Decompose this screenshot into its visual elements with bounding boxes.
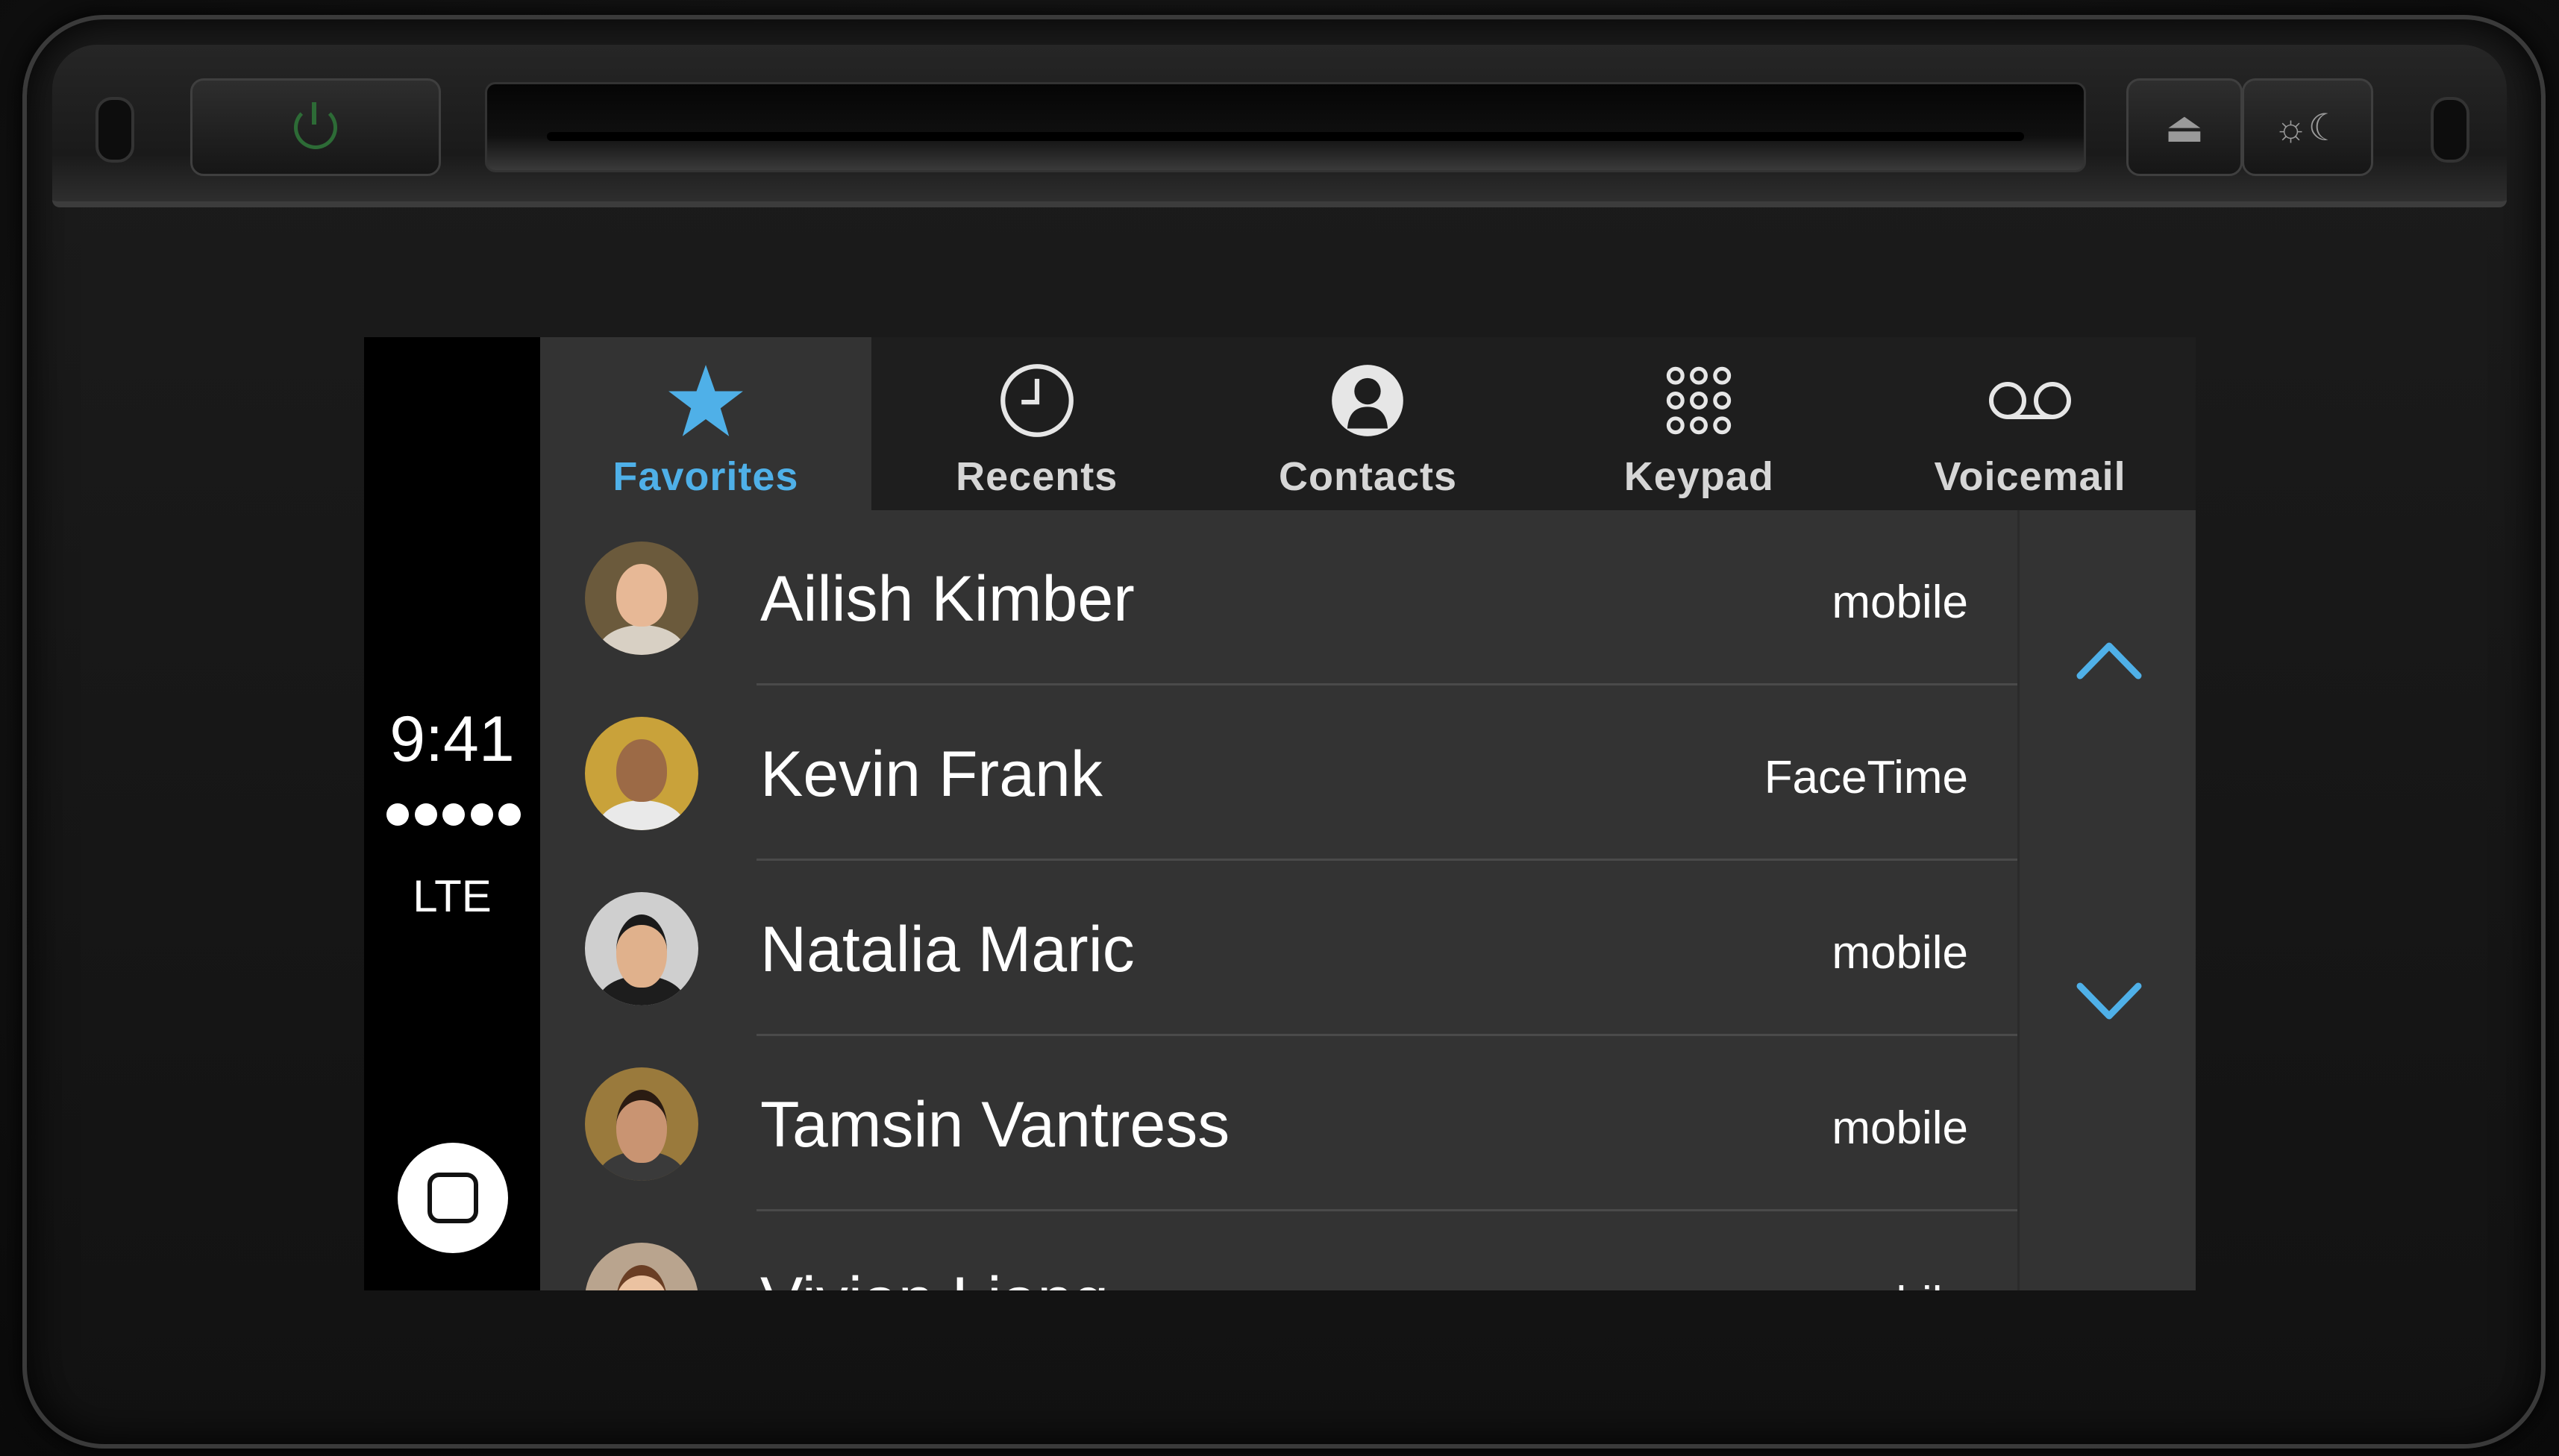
avatar-body	[598, 800, 685, 830]
hardware-power-button[interactable]	[190, 78, 441, 176]
contact-type: mobile	[1832, 1102, 1968, 1154]
tab-keypad[interactable]: Keypad	[1533, 337, 1864, 510]
avatar	[585, 892, 698, 1005]
chevron-up-icon	[2076, 642, 2142, 680]
signal-dot	[386, 803, 409, 826]
cd-slot	[485, 82, 2086, 172]
list-item[interactable]: Kevin Frank FaceTime	[540, 685, 2017, 861]
avatar-face	[616, 739, 667, 802]
right-hardware-knob	[2431, 97, 2469, 163]
list-item[interactable]: Ailish Kimber mobile	[540, 510, 2017, 685]
favorites-list: Ailish Kimber mobile Kevin Frank FaceTim…	[540, 510, 2017, 1290]
contact-type: mobile	[1832, 927, 1968, 979]
avatar-body	[598, 625, 685, 655]
contact-name: Kevin Frank	[760, 738, 1103, 810]
avatar	[585, 717, 698, 830]
home-icon	[427, 1173, 478, 1223]
contact-name: Ailish Kimber	[760, 563, 1135, 635]
avatar	[585, 542, 698, 655]
left-hardware-knob	[95, 97, 134, 163]
chevron-down-icon	[2076, 982, 2142, 1020]
tab-label: Favorites	[613, 454, 799, 499]
signal-dot	[442, 803, 465, 826]
contact-name: Tamsin Vantress	[760, 1089, 1230, 1161]
list-item[interactable]: Natalia Maric mobile	[540, 861, 2017, 1036]
tab-label: Recents	[956, 454, 1118, 499]
avatar	[585, 1067, 698, 1181]
tab-label: Voicemail	[1934, 454, 2126, 499]
tab-label: Contacts	[1278, 454, 1457, 499]
voicemail-icon	[1864, 360, 2196, 442]
hardware-brightness-button[interactable]: ☼☾	[2242, 78, 2373, 176]
car-head-unit: ⏏ ☼☾ 9:41 LTE Favorites Recents Contacts…	[0, 0, 2559, 1456]
hardware-eject-button[interactable]: ⏏	[2126, 78, 2243, 176]
contact-name: Vivian Liang	[760, 1264, 1109, 1290]
scroll-up-button[interactable]	[2064, 615, 2154, 704]
tab-label: Keypad	[1623, 454, 1774, 499]
status-bar: 9:41 LTE	[364, 337, 540, 1290]
tab-favorites[interactable]: Favorites	[540, 337, 871, 510]
avatar-face	[616, 914, 667, 988]
clock-icon	[871, 360, 1203, 442]
tab-recents[interactable]: Recents	[871, 337, 1203, 510]
power-icon	[294, 101, 337, 149]
contact-type: FaceTime	[1764, 752, 1968, 803]
contact-type: mobile	[1832, 577, 1968, 628]
person-icon	[1203, 360, 1534, 442]
brightness-icon: ☼☾	[2273, 106, 2342, 148]
phone-app: Favorites Recents Contacts Keypad Voicem…	[540, 337, 2196, 1290]
signal-dot	[498, 803, 521, 826]
avatar-face	[616, 1265, 667, 1290]
contact-name: Natalia Maric	[760, 914, 1135, 985]
carplay-screen: 9:41 LTE Favorites Recents Contacts Keyp…	[364, 337, 2196, 1290]
scroll-controls	[2017, 510, 2196, 1290]
signal-dot	[414, 803, 437, 826]
list-item[interactable]: Vivian Liang mobile	[540, 1211, 2017, 1290]
avatar	[585, 1243, 698, 1290]
star-icon	[540, 360, 871, 442]
tab-contacts[interactable]: Contacts	[1203, 337, 1534, 510]
scroll-down-button[interactable]	[2064, 958, 2154, 1047]
home-button[interactable]	[398, 1143, 508, 1253]
keypad-icon	[1533, 360, 1864, 442]
contact-type: mobile	[1832, 1277, 1968, 1290]
list-item[interactable]: Tamsin Vantress mobile	[540, 1036, 2017, 1211]
avatar-face	[616, 564, 667, 627]
status-time: 9:41	[389, 703, 515, 775]
avatar-face	[616, 1090, 667, 1163]
eject-icon: ⏏	[2164, 103, 2205, 151]
network-type: LTE	[413, 871, 492, 921]
signal-strength-icon	[386, 800, 521, 829]
signal-dot	[470, 803, 493, 826]
tab-bar: Favorites Recents Contacts Keypad Voicem…	[540, 337, 2196, 510]
tab-voicemail[interactable]: Voicemail	[1864, 337, 2196, 510]
